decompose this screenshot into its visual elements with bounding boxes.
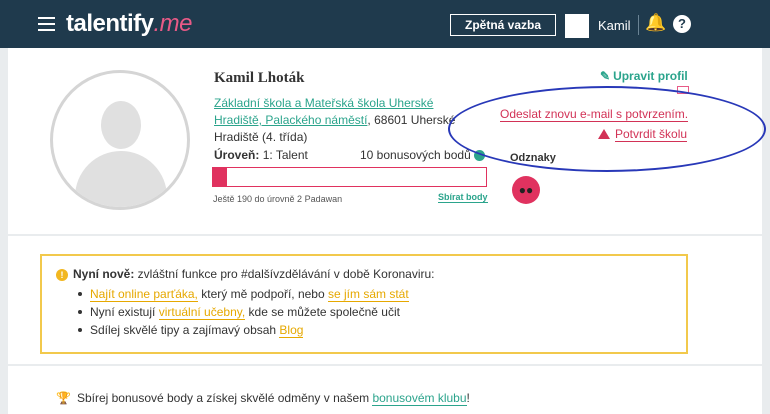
- edit-profile-link[interactable]: ✎ Upravit profil: [600, 69, 688, 83]
- level-label: Úroveň:: [214, 148, 260, 162]
- bonus-club-end: !: [466, 391, 470, 405]
- news-list: Najít online parťáka, který mě podpoří, …: [78, 285, 409, 339]
- virtual-classroom-link[interactable]: virtuální učebny,: [158, 305, 246, 320]
- list-item-text: který mě podpoří, nebo: [197, 287, 328, 301]
- footprints-badge-icon[interactable]: ●●: [512, 176, 540, 204]
- bonus-club-link[interactable]: bonusovém klubu: [372, 391, 467, 406]
- header-divider: [638, 15, 639, 35]
- become-partner-link[interactable]: se jím sám stát: [327, 287, 409, 302]
- blog-link[interactable]: Blog: [279, 323, 304, 338]
- edit-profile-label: Upravit profil: [613, 69, 688, 83]
- bonus-points-text: 10 bonusových bodů: [360, 148, 471, 162]
- news-title-bold: Nyní nově:: [73, 267, 135, 281]
- annotation-ellipse: [448, 86, 766, 172]
- list-item: Najít online parťáka, který mě podpoří, …: [78, 285, 409, 303]
- progress-fill: [213, 168, 227, 186]
- trophy-icon: 🏆: [56, 391, 71, 405]
- level-info: Úroveň: 1: Talent: [214, 148, 308, 162]
- app-logo[interactable]: talentify.me: [66, 10, 193, 38]
- bonus-club-intro: Sbírej bonusové body a získej skvělé odm…: [76, 391, 373, 405]
- bell-icon[interactable]: 🔔: [645, 13, 666, 33]
- bonus-club-card: [8, 366, 762, 414]
- avatar-body-shape: [75, 151, 167, 207]
- list-item: Nyní existují virtuální učebny, kde se m…: [78, 303, 409, 321]
- list-item-text: Sdílej skvělé tipy a zajímavý obsah: [90, 323, 280, 337]
- news-title: ! Nyní nově: zvláštní funkce pro #dalšívz…: [56, 267, 435, 281]
- info-icon: !: [56, 269, 68, 281]
- next-level-text: Ještě 190 do úrovně 2 Padawan: [213, 194, 343, 204]
- edit-icon: ✎: [600, 69, 611, 83]
- find-partner-link[interactable]: Najít online parťáka,: [90, 287, 198, 302]
- news-title-rest: zvláštní funkce pro #dalšívzdělávání v d…: [134, 267, 435, 281]
- logo-accent: .me: [153, 10, 193, 37]
- profile-name: Kamil Lhoták: [214, 70, 305, 86]
- list-item-text: kde se můžete společně učit: [245, 305, 400, 319]
- bonus-points: 10 bonusových bodů: [360, 148, 485, 162]
- level-value: 1: Talent: [262, 148, 308, 162]
- user-avatar[interactable]: [565, 14, 589, 38]
- feedback-button[interactable]: Zpětná vazba: [450, 14, 556, 36]
- profile-avatar[interactable]: [50, 70, 190, 210]
- username[interactable]: Kamil: [598, 18, 631, 33]
- level-progress-bar: [212, 167, 487, 187]
- list-item: Sdílej skvělé tipy a zajímavý obsah Blog: [78, 321, 409, 339]
- bonus-club-text: 🏆 Sbírej bonusové body a získej skvělé od…: [56, 391, 470, 406]
- help-icon[interactable]: ?: [673, 15, 691, 33]
- logo-main: talentify: [66, 10, 154, 37]
- avatar-head-shape: [101, 101, 141, 149]
- menu-icon[interactable]: [38, 17, 55, 31]
- list-item-text: Nyní existují: [90, 305, 159, 319]
- school-info: Základní škola a Mateřská škola Uherské …: [214, 95, 464, 146]
- collect-points-link[interactable]: Sbírat body: [438, 192, 488, 203]
